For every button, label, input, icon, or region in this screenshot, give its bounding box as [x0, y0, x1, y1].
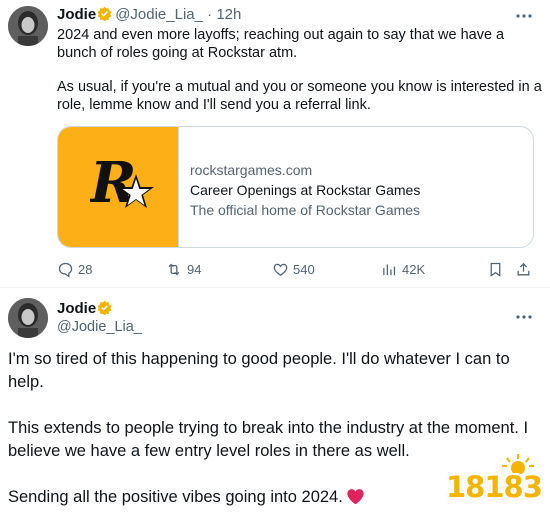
share-button[interactable]	[515, 260, 532, 278]
verified-badge-icon	[97, 300, 112, 316]
tweet-paragraph-text: Sending all the positive vibes going int…	[8, 488, 343, 506]
verified-badge-icon	[97, 6, 112, 22]
reply-icon	[57, 261, 74, 278]
views-button[interactable]: 42K	[381, 260, 425, 278]
separator-dot: ·	[207, 6, 213, 23]
tweet-paragraph: 2024 and even more layoffs; reaching out…	[57, 27, 505, 61]
tweet-post: Jodie @Jodie_Lia_ · 12h 2024 and even mor…	[0, 0, 550, 285]
card-domain: rockstargames.com	[190, 162, 313, 178]
author-handle[interactable]: @Jodie_Lia_	[57, 319, 142, 335]
repost-icon	[165, 261, 183, 278]
reply-button[interactable]: 28	[57, 260, 92, 278]
avatar[interactable]	[8, 6, 48, 46]
more-icon[interactable]	[515, 309, 533, 320]
card-title: Career Openings at Rockstar Games	[190, 182, 421, 198]
tweet-paragraph: As usual, if you're a mutual and you or …	[57, 79, 542, 113]
tweet-header: Jodie	[57, 300, 112, 317]
like-button[interactable]: 540	[272, 260, 315, 278]
rockstar-logo-letter: R	[90, 154, 137, 216]
avatar[interactable]	[8, 298, 48, 338]
reply-count: 28	[78, 261, 93, 277]
card-description: The official home of Rockstar Games	[190, 202, 421, 218]
like-count: 540	[293, 261, 315, 277]
author-handle[interactable]: @Jodie_Lia_	[115, 6, 203, 23]
author-name[interactable]: Jodie	[57, 300, 96, 317]
repost-button[interactable]: 94	[165, 260, 201, 278]
timestamp[interactable]: 12h	[216, 6, 241, 23]
like-icon	[272, 261, 289, 278]
bookmark-icon	[487, 261, 504, 278]
rockstar-logo: R	[58, 127, 179, 247]
views-icon	[381, 261, 398, 278]
red-heart-icon	[346, 488, 365, 512]
bookmark-button[interactable]	[487, 260, 504, 278]
more-icon[interactable]	[515, 8, 533, 19]
action-bar: 28 94 540 42K	[57, 260, 537, 280]
card-body: rockstargames.com Career Openings at Roc…	[190, 160, 420, 220]
repost-count: 94	[187, 261, 202, 277]
link-card[interactable]: R rockstargames.com Career Openings at R…	[57, 126, 534, 248]
watermark-text: 18183	[446, 470, 543, 504]
watermark-logo: 18183	[440, 452, 543, 508]
tweet-paragraph: I'm so tired of this happening to good p…	[8, 350, 510, 391]
author-name[interactable]: Jodie	[57, 6, 96, 23]
views-count: 42K	[402, 261, 426, 277]
tweet-text: 2024 and even more layoffs; reaching out…	[57, 27, 542, 114]
share-icon	[515, 261, 532, 278]
tweet-header: Jodie @Jodie_Lia_ · 12h	[57, 6, 241, 23]
